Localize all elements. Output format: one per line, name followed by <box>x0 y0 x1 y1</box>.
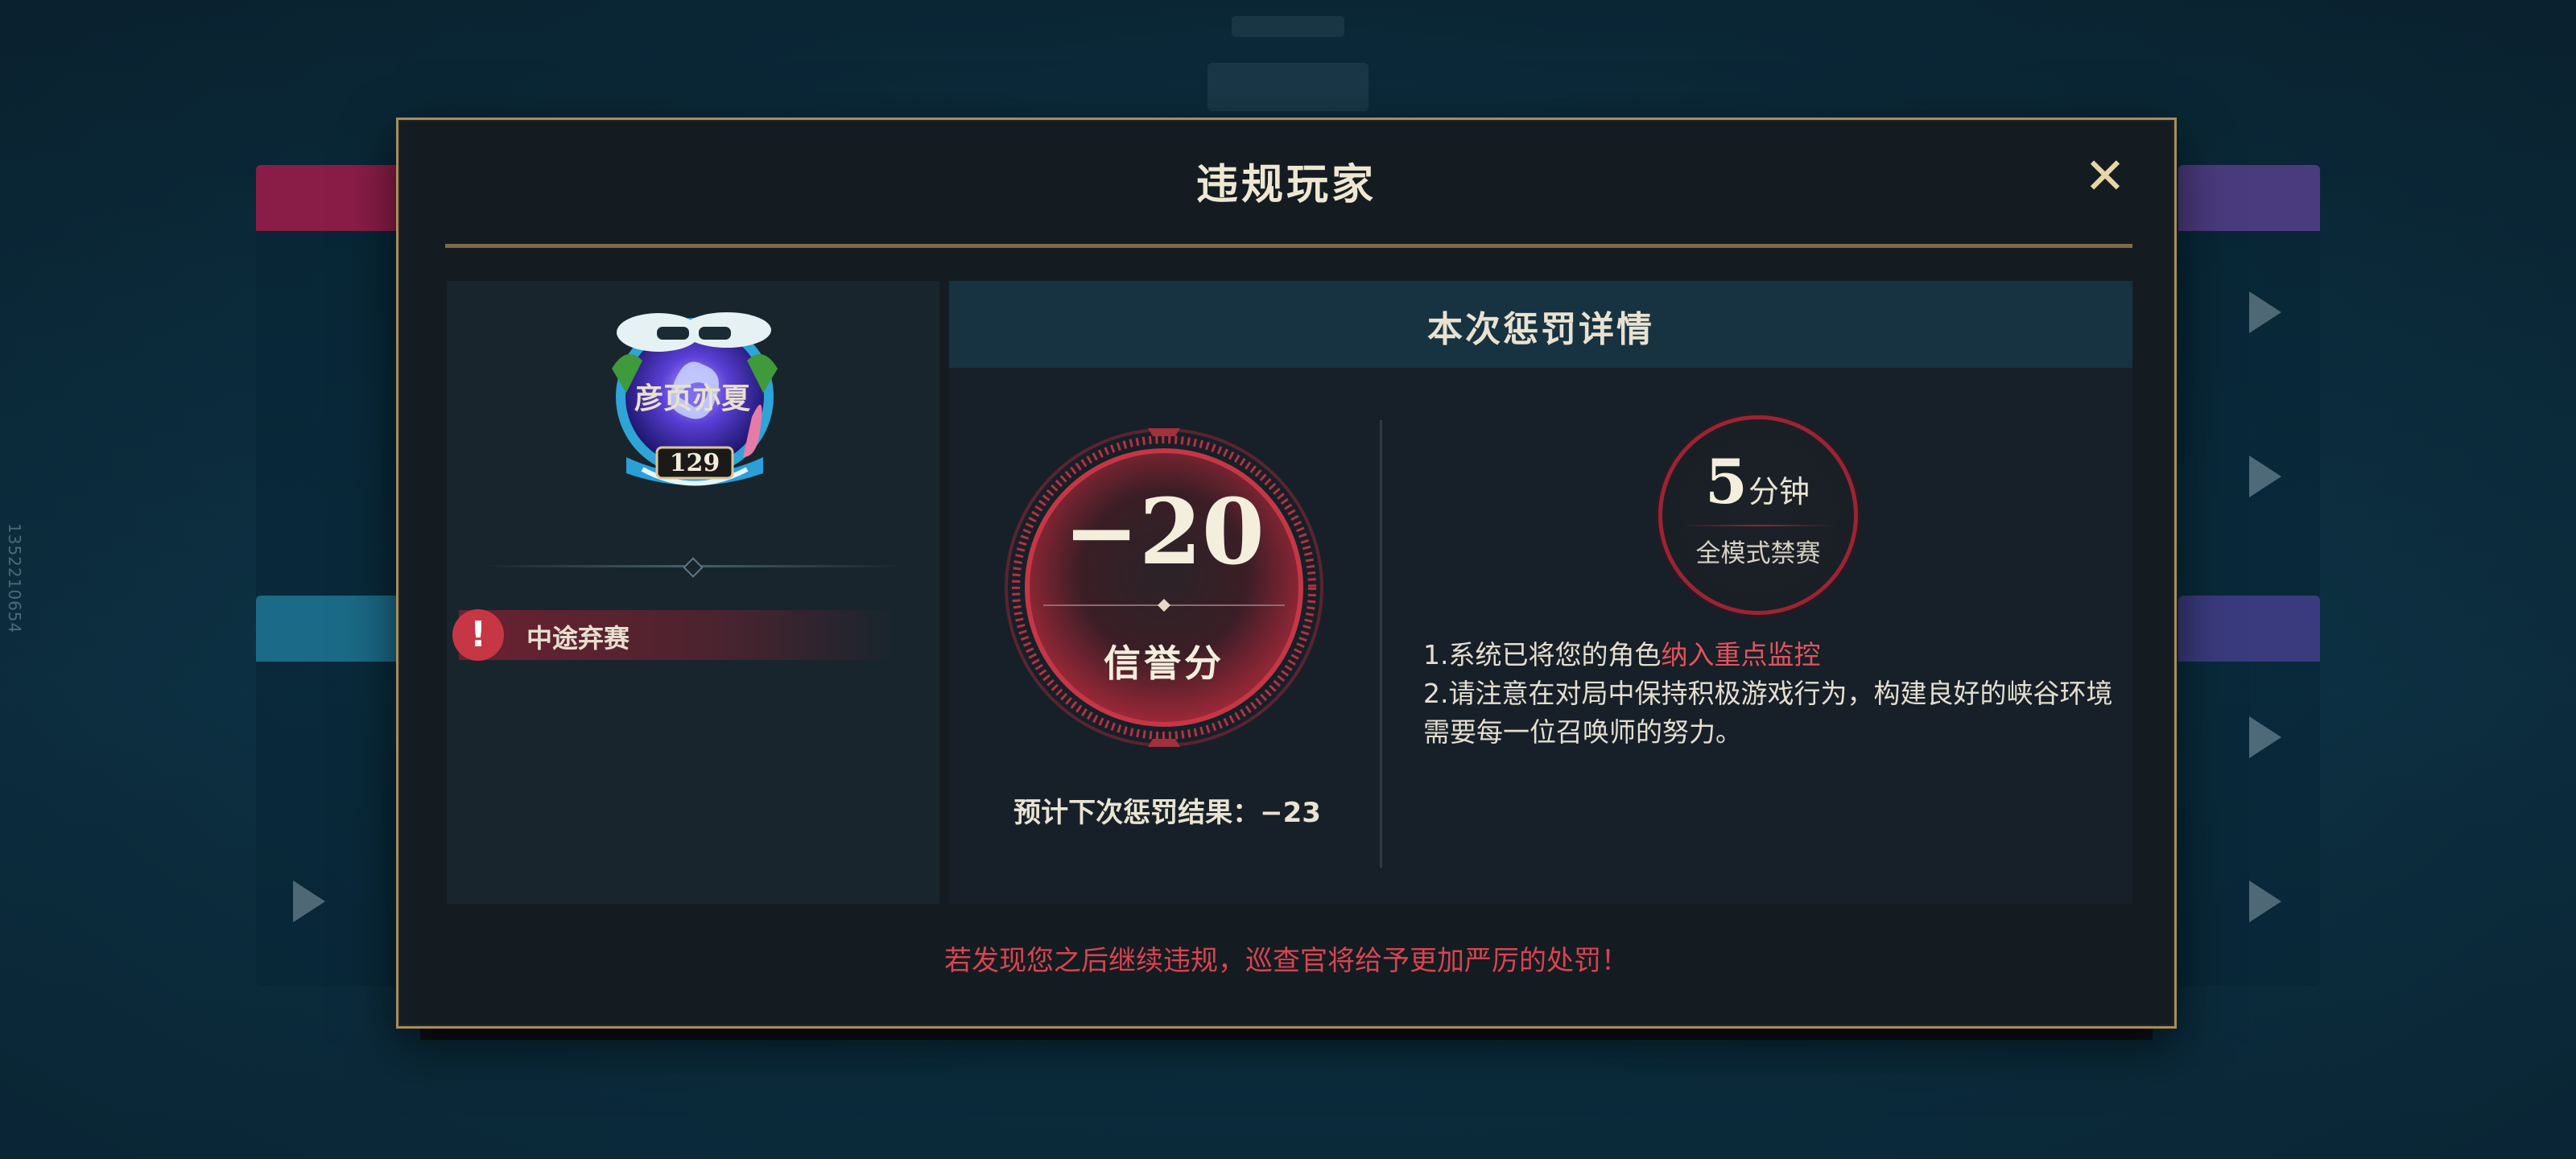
dialog-title: 违规玩家 <box>1195 161 1377 209</box>
credit-score-label: 信誉分 <box>1104 641 1224 685</box>
background-right-team-panel <box>2178 165 2320 986</box>
credit-score-change: −20 <box>1063 480 1265 585</box>
level-value: 129 <box>670 449 720 477</box>
next-penalty-label: 预计下次惩罚结果： <box>1013 797 1261 829</box>
background-play-icon <box>293 881 325 922</box>
background-right-team-header-2 <box>2178 596 2320 662</box>
background-play-icon <box>2249 291 2281 333</box>
background-title-blur <box>1208 63 1368 111</box>
note-1-highlight: 纳入重点监控 <box>1661 639 1821 670</box>
title-divider <box>445 244 2132 248</box>
violation-label: 中途弃赛 <box>526 623 630 654</box>
violation-tag <box>459 610 894 660</box>
footer-warning: 若发现您之后继续违规，巡查官将给予更加严厉的处罚！ <box>944 945 1629 977</box>
note-1-text: 1.系统已将您的角色 <box>1423 639 1662 670</box>
ban-duration-badge <box>1658 415 1858 615</box>
background-side-id: 1352210654 <box>5 523 24 634</box>
background-play-icon <box>2249 716 2281 758</box>
credit-score-medallion <box>1005 428 1323 747</box>
ban-divider <box>1682 525 1835 526</box>
next-penalty-value: −23 <box>1260 797 1321 829</box>
sunglasses-icon <box>657 327 689 340</box>
details-vertical-divider <box>1380 420 1382 868</box>
bottom-notch <box>1148 739 1180 747</box>
note-2: 2.请注意在对局中保持积极游戏行为，构建良好的峡谷环境需要每一位召唤师的努力。 <box>1423 678 2113 748</box>
background-left-team-header-2 <box>256 596 417 662</box>
background-left-team-header <box>256 165 417 231</box>
next-penalty-estimate: 预计下次惩罚结果：−23 <box>926 790 1409 830</box>
close-icon: ✕ <box>2084 146 2126 205</box>
warning-icon: ! <box>452 609 504 661</box>
penalty-notes: 1.系统已将您的角色纳入重点监控 2.请注意在对局中保持积极游戏行为，构建良好的… <box>1423 636 2116 752</box>
player-name: 彦页亦夏 <box>634 382 750 415</box>
background-right-team-header <box>2178 165 2320 231</box>
penalty-details-title: 本次惩罚详情 <box>1427 309 1654 350</box>
background-subtitle-blur <box>1232 16 1344 37</box>
ban-mode: 全模式禁赛 <box>1695 539 1821 568</box>
background-left-team-panel <box>256 165 417 986</box>
penalty-details-header: 本次惩罚详情 <box>949 281 2132 368</box>
sunglasses-lens <box>699 327 731 340</box>
close-button[interactable]: ✕ <box>2081 151 2129 201</box>
note-1: 1.系统已将您的角色纳入重点监控 <box>1423 636 2116 674</box>
background-play-icon <box>2249 881 2281 922</box>
ban-duration-value: 5 <box>1705 446 1748 518</box>
background-play-icon <box>2249 456 2281 497</box>
ban-duration-unit: 分钟 <box>1748 474 1810 509</box>
top-notch <box>1148 428 1180 436</box>
